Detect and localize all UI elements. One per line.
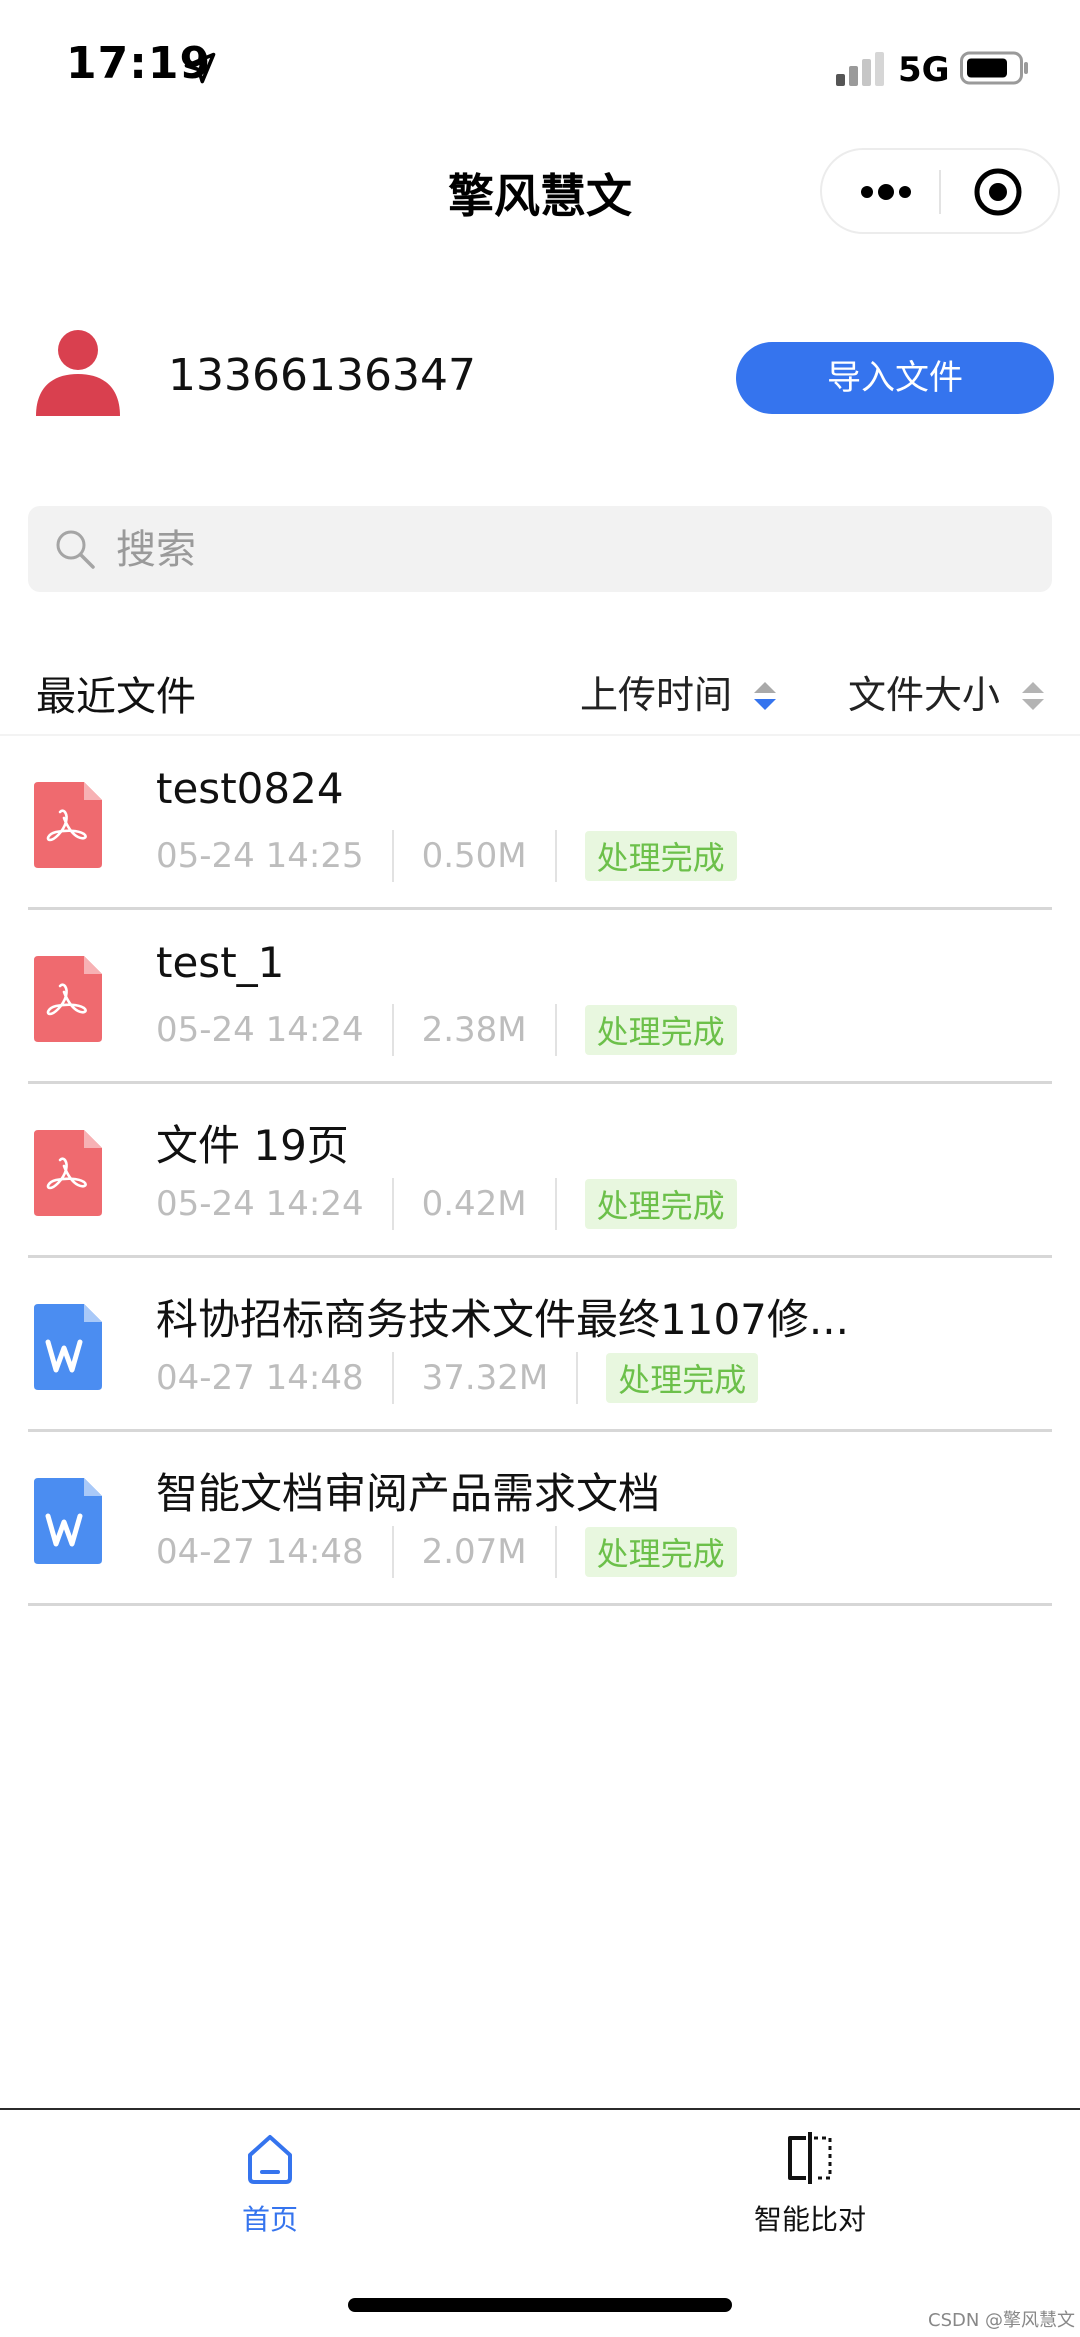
- compare-icon: [788, 2132, 832, 2184]
- tab-compare-label: 智能比对: [753, 2203, 866, 2236]
- file-meta: 04-27 14:48 37.32M 处理完成: [156, 1352, 759, 1404]
- file-size: 0.42M: [421, 1184, 527, 1224]
- pdf-file-icon: [34, 956, 102, 1042]
- pdf-file-icon: [34, 782, 102, 868]
- file-date: 05-24 14:24: [156, 1010, 364, 1050]
- close-target-icon[interactable]: [972, 166, 1024, 218]
- network-label: 5G: [898, 50, 950, 90]
- meta-separator: [391, 1178, 394, 1230]
- status-bar: 17:19 5G: [0, 0, 1080, 130]
- meta-separator: [391, 1352, 394, 1404]
- file-date: 05-24 14:25: [156, 836, 364, 876]
- file-date: 04-27 14:48: [156, 1358, 364, 1398]
- file-size: 2.38M: [421, 1010, 527, 1050]
- home-indicator: [348, 2298, 732, 2312]
- location-arrow-icon: [184, 52, 216, 84]
- file-row[interactable]: test0824 05-24 14:25 0.50M 处理完成: [0, 736, 1080, 910]
- import-file-button[interactable]: 导入文件: [736, 342, 1054, 414]
- signal-icon: [836, 52, 884, 86]
- file-row[interactable]: 文件 19页 05-24 14:24 0.42M 处理完成: [0, 1084, 1080, 1258]
- file-row[interactable]: 智能文档审阅产品需求文档 04-27 14:48 2.07M 处理完成: [0, 1432, 1080, 1606]
- meta-separator: [576, 1352, 579, 1404]
- word-file-icon: [34, 1304, 102, 1390]
- status-badge: 处理完成: [606, 1353, 759, 1403]
- sort-time-label: 上传时间: [580, 673, 733, 717]
- status-badge: 处理完成: [584, 831, 737, 881]
- file-name: test_1: [156, 938, 285, 987]
- meta-separator: [554, 1004, 557, 1056]
- recent-files-title: 最近文件: [36, 674, 196, 720]
- file-name: 科协招标商务技术文件最终1107修...: [156, 1295, 849, 1344]
- mini-program-capsule: [820, 148, 1060, 234]
- file-meta: 05-24 14:24 2.38M 处理完成: [156, 1004, 737, 1056]
- status-badge: 处理完成: [584, 1179, 737, 1229]
- file-name: test0824: [156, 764, 344, 813]
- meta-separator: [391, 1526, 394, 1578]
- file-meta: 05-24 14:25 0.50M 处理完成: [156, 830, 737, 882]
- status-badge: 处理完成: [584, 1527, 737, 1577]
- file-list: test0824 05-24 14:25 0.50M 处理完成 test_1 0…: [0, 736, 1080, 1606]
- meta-separator: [391, 830, 394, 882]
- search-bar[interactable]: [28, 506, 1052, 592]
- more-icon[interactable]: [856, 172, 916, 212]
- sort-size-label: 文件大小: [848, 673, 1001, 717]
- meta-separator: [554, 830, 557, 882]
- meta-separator: [554, 1178, 557, 1230]
- sort-arrows-icon: [754, 682, 777, 710]
- file-size: 2.07M: [421, 1532, 527, 1572]
- file-row[interactable]: test_1 05-24 14:24 2.38M 处理完成: [0, 910, 1080, 1084]
- file-name: 智能文档审阅产品需求文档: [156, 1469, 661, 1518]
- file-date: 05-24 14:24: [156, 1184, 364, 1224]
- watermark: CSDN @擎风慧文: [928, 2310, 1076, 2331]
- tab-smart-compare[interactable]: 智能比对: [710, 2128, 910, 2248]
- row-divider: [28, 1603, 1052, 1606]
- search-icon: [56, 530, 95, 569]
- sort-arrows-icon: [1022, 682, 1045, 710]
- home-icon: [248, 2135, 292, 2184]
- battery-icon: [960, 51, 1028, 85]
- pdf-file-icon: [34, 1130, 102, 1216]
- meta-separator: [391, 1004, 394, 1056]
- file-size: 0.50M: [421, 836, 527, 876]
- word-file-icon: [34, 1478, 102, 1564]
- file-size: 37.32M: [421, 1358, 549, 1398]
- user-phone: 13366136347: [168, 350, 476, 401]
- capsule-divider: [939, 170, 941, 214]
- tab-home-label: 首页: [241, 2203, 298, 2236]
- sort-by-file-size[interactable]: 文件大小: [848, 664, 1046, 719]
- app-screen: 17:19 5G 擎风慧文 13366136347 导入文件 搜索 最近文件 上…: [0, 0, 1080, 2337]
- sort-by-upload-time[interactable]: 上传时间: [580, 664, 778, 719]
- file-name: 文件 19页: [156, 1121, 349, 1170]
- file-date: 04-27 14:48: [156, 1532, 364, 1572]
- file-meta: 04-27 14:48 2.07M 处理完成: [156, 1526, 737, 1578]
- meta-separator: [554, 1526, 557, 1578]
- file-row[interactable]: 科协招标商务技术文件最终1107修... 04-27 14:48 37.32M …: [0, 1258, 1080, 1432]
- file-meta: 05-24 14:24 0.42M 处理完成: [156, 1178, 737, 1230]
- search-input[interactable]: [114, 518, 1018, 582]
- status-badge: 处理完成: [584, 1005, 737, 1055]
- tab-home[interactable]: 首页: [170, 2128, 370, 2248]
- avatar-icon: [36, 330, 120, 416]
